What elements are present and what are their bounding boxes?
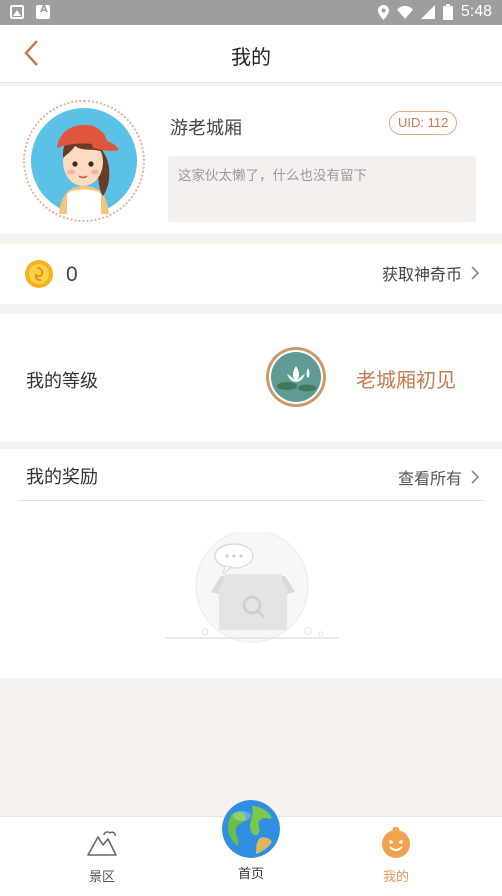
chevron-right-icon <box>471 266 480 280</box>
wifi-icon <box>396 5 413 19</box>
battery-icon <box>442 4 453 20</box>
get-coins-link[interactable]: 获取神奇币 <box>382 261 480 285</box>
empty-box-icon <box>165 532 339 643</box>
level-row[interactable]: 我的等级 老城厢初见 <box>0 314 502 442</box>
status-bar: A 5:48 <box>0 0 502 25</box>
level-name: 老城厢初见 <box>356 368 456 392</box>
rewards-section: 我的奖励 查看所有 <box>0 449 502 678</box>
view-all-label: 查看所有 <box>397 469 462 488</box>
uid-badge: UID: 112 <box>389 111 458 135</box>
divider <box>18 500 484 501</box>
page-title: 我的 <box>231 45 271 69</box>
tab-mine-label: 我的 <box>382 870 409 885</box>
header: 我的 <box>0 25 502 83</box>
tab-home-label[interactable]: 首页 <box>191 863 311 882</box>
level-label: 我的等级 <box>26 371 98 392</box>
signature-field[interactable]: 这家伙太懒了，什么也没有留下 <box>168 156 476 222</box>
mountain-icon <box>87 831 117 856</box>
tab-scenic-label: 景区 <box>88 870 115 885</box>
clock: 5:48 <box>460 3 492 20</box>
rewards-title: 我的奖励 <box>26 467 98 488</box>
tab-mine[interactable]: 我的 <box>336 817 456 896</box>
globe-icon[interactable] <box>222 800 280 858</box>
avatar-illustration <box>31 108 137 214</box>
image-icon <box>10 5 24 19</box>
coins-row: 0 获取神奇币 <box>0 244 502 304</box>
a-icon: A <box>36 4 50 19</box>
coin-icon <box>25 260 53 288</box>
chevron-right-icon <box>471 470 480 484</box>
signal-icon <box>420 5 435 19</box>
avatar[interactable] <box>23 100 145 222</box>
get-coins-label: 获取神奇币 <box>381 265 462 284</box>
lotus-badge-icon <box>266 347 326 407</box>
view-all-rewards-link[interactable]: 查看所有 <box>398 465 480 489</box>
username: 游老城厢 <box>170 118 242 139</box>
coin-count: 0 <box>66 263 78 286</box>
smiley-icon <box>382 827 410 858</box>
location-icon <box>377 4 389 20</box>
profile-card: 游老城厢 UID: 112 这家伙太懒了，什么也没有留下 <box>0 86 502 234</box>
tab-scenic[interactable]: 景区 <box>42 817 162 896</box>
